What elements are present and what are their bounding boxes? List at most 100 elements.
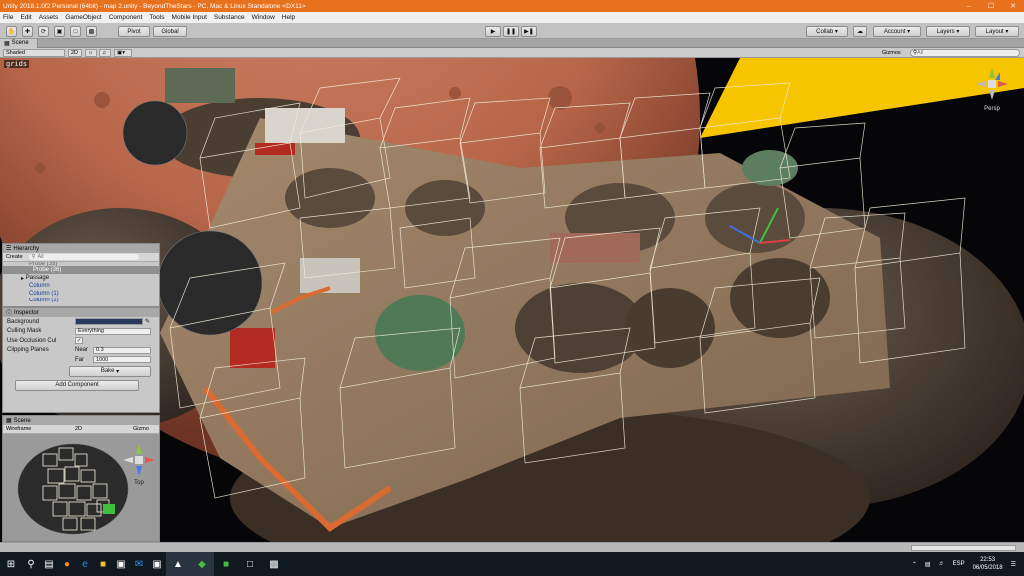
cloud-icon[interactable]: ☁ bbox=[853, 26, 867, 37]
occlusion-checkbox[interactable]: ✓ bbox=[75, 337, 83, 345]
search-icon[interactable]: ⚲ bbox=[22, 552, 40, 576]
far-label: Far bbox=[75, 356, 84, 363]
scene-tab-icon: ▦ bbox=[4, 40, 10, 47]
step-button[interactable]: ▶❚ bbox=[521, 26, 537, 37]
notifications-icon[interactable]: ☰ bbox=[1011, 561, 1016, 568]
shading-mode-dropdown[interactable]: Shaded bbox=[3, 49, 65, 57]
account-button[interactable]: Account ▾ bbox=[873, 26, 921, 37]
tray-up-arrow-icon[interactable]: ⌃ bbox=[912, 561, 917, 568]
menu-tools[interactable]: Tools bbox=[149, 14, 164, 21]
far-input[interactable]: 1000 bbox=[93, 356, 151, 364]
layout-button[interactable]: Layout ▾ bbox=[975, 26, 1019, 37]
layers-button[interactable]: Layers ▾ bbox=[926, 26, 970, 37]
volume-icon[interactable]: ♬ bbox=[939, 561, 945, 567]
secondary-axis-gizmo-icon[interactable]: Top bbox=[121, 442, 157, 490]
hierarchy-item[interactable]: Column (1) bbox=[3, 290, 159, 298]
task-view-icon[interactable]: ▤ bbox=[40, 552, 58, 576]
gizmos-dropdown[interactable]: Gizmos bbox=[880, 49, 906, 57]
close-button[interactable]: ✕ bbox=[1002, 0, 1024, 12]
window-app-icon[interactable]: ▩ bbox=[262, 552, 286, 576]
sourcetree-icon[interactable]: ◆ bbox=[190, 552, 214, 576]
store-icon[interactable]: ▣ bbox=[112, 552, 130, 576]
transform-tool-icon[interactable]: ▩ bbox=[86, 26, 97, 37]
pivot-button[interactable]: Pivot bbox=[118, 26, 150, 37]
collab-button[interactable]: Collab ▾ bbox=[806, 26, 848, 37]
file-explorer-icon[interactable]: ■ bbox=[94, 552, 112, 576]
photos-icon[interactable]: ▣ bbox=[148, 552, 166, 576]
edge-icon[interactable]: e bbox=[76, 552, 94, 576]
hierarchy-item[interactable]: Column bbox=[3, 282, 159, 290]
pivot-label: Pivot bbox=[127, 28, 141, 35]
minimize-button[interactable]: – bbox=[958, 0, 980, 12]
hand-tool-icon[interactable]: ✋ bbox=[6, 26, 17, 37]
add-component-button[interactable]: Add Component bbox=[15, 379, 139, 391]
menu-help[interactable]: Help bbox=[282, 14, 295, 21]
menu-substance[interactable]: Substance bbox=[214, 14, 245, 21]
menu-component[interactable]: Component bbox=[109, 14, 143, 21]
menu-assets[interactable]: Assets bbox=[39, 14, 59, 21]
scale-tool-icon[interactable]: ▣ bbox=[54, 26, 65, 37]
2d-toggle[interactable]: 2D bbox=[68, 49, 82, 57]
hierarchy-search-input[interactable]: ⚲ All bbox=[28, 254, 139, 260]
menu-gameobject[interactable]: GameObject bbox=[65, 14, 102, 21]
create-dropdown[interactable]: Create bbox=[6, 254, 23, 260]
scene-search-text: All bbox=[917, 50, 924, 56]
hierarchy-search-text: All bbox=[37, 254, 44, 260]
mail-icon[interactable]: ✉ bbox=[130, 552, 148, 576]
rotate-tool-icon[interactable]: ⟳ bbox=[38, 26, 49, 37]
maximize-button[interactable]: ☐ bbox=[980, 0, 1002, 12]
lighting-toggle-icon[interactable]: ☼ bbox=[85, 49, 97, 57]
menu-mobile-input[interactable]: Mobile Input bbox=[172, 14, 207, 21]
eyedropper-icon[interactable]: ✎ bbox=[145, 318, 150, 325]
hierarchy-item-passage[interactable]: ▸ Passage bbox=[3, 274, 159, 282]
secondary-2d-toggle[interactable]: 2D bbox=[75, 426, 82, 432]
unity-icon[interactable]: ▲ bbox=[166, 552, 190, 576]
secondary-gizmos-dropdown[interactable]: Gizmo bbox=[133, 426, 149, 432]
play-button[interactable]: ▶ bbox=[485, 26, 501, 37]
clock[interactable]: 22:53 06/05/2018 bbox=[973, 556, 1003, 572]
app-icon[interactable]: □ bbox=[238, 552, 262, 576]
firefox-icon[interactable]: ● bbox=[58, 552, 76, 576]
windows-start-icon[interactable]: ⊞ bbox=[0, 552, 22, 576]
clock-date: 06/05/2018 bbox=[972, 565, 1003, 571]
hierarchy-panel: ☰ Hierarchy Create ⚲ All Probe (35) Probe… bbox=[2, 243, 160, 307]
culling-mask-dropdown[interactable]: Everything bbox=[75, 327, 151, 335]
language-indicator[interactable]: ESP bbox=[953, 561, 965, 567]
secondary-viewport[interactable]: Top bbox=[3, 434, 159, 541]
menu-edit[interactable]: Edit bbox=[20, 14, 31, 21]
tab-inspector[interactable]: ⓘ Inspector bbox=[3, 308, 159, 317]
tab-scene-secondary[interactable]: ▦ Scene bbox=[3, 416, 159, 425]
orientation-gizmo[interactable]: Persp bbox=[972, 64, 1012, 114]
near-label: Near bbox=[75, 347, 89, 354]
wireframe-dropdown[interactable]: Wireframe bbox=[6, 426, 31, 432]
pause-button[interactable]: ❚❚ bbox=[503, 26, 519, 37]
bake-button[interactable]: Bake ▾ bbox=[69, 365, 151, 377]
audio-toggle-icon[interactable]: ♫ bbox=[99, 49, 111, 57]
rect-tool-icon[interactable]: □ bbox=[70, 26, 81, 37]
near-input[interactable]: 0.3 bbox=[93, 346, 151, 354]
hierarchy-item[interactable]: Probe (36) bbox=[3, 266, 159, 274]
menu-file[interactable]: File bbox=[3, 14, 13, 21]
clock-time: 22:53 bbox=[980, 557, 996, 563]
move-tool-icon[interactable]: ✚ bbox=[22, 26, 33, 37]
hierarchy-item[interactable]: Column (2) bbox=[3, 298, 159, 302]
effects-dropdown-icon[interactable]: ▣▾ bbox=[114, 49, 132, 57]
scene-search-input[interactable]: ⚲ All bbox=[910, 49, 1020, 57]
persp-label[interactable]: Persp bbox=[972, 106, 1012, 112]
background-color-field[interactable] bbox=[75, 318, 143, 326]
scene-secondary-tab-label: Scene bbox=[13, 417, 31, 424]
clipping-row: Clipping Planes Near 0.3 bbox=[3, 346, 159, 356]
network-icon[interactable]: ▤ bbox=[925, 561, 931, 568]
global-button[interactable]: Global bbox=[153, 26, 187, 37]
window-titlebar: Unity 2018.1.0f2 Personal (64bit) - map … bbox=[0, 0, 1024, 12]
near-value: 0.3 bbox=[96, 347, 104, 354]
window-title: Unity 2018.1.0f2 Personal (64bit) - map … bbox=[3, 2, 306, 10]
occlusion-row: Use Occlusion Cul ✓ bbox=[3, 336, 159, 346]
scene-toolbar: Shaded 2D ☼ ♫ ▣▾ Gizmos ⚲ All bbox=[0, 48, 1024, 58]
tab-scene[interactable]: ▦ Scene bbox=[0, 38, 38, 48]
menu-window[interactable]: Window bbox=[252, 14, 275, 21]
culling-mask-value: Everything bbox=[78, 328, 104, 335]
axis-gizmo-icon bbox=[976, 68, 1008, 100]
tab-hierarchy[interactable]: ☰ Hierarchy bbox=[3, 244, 159, 253]
android-icon[interactable]: ■ bbox=[214, 552, 238, 576]
